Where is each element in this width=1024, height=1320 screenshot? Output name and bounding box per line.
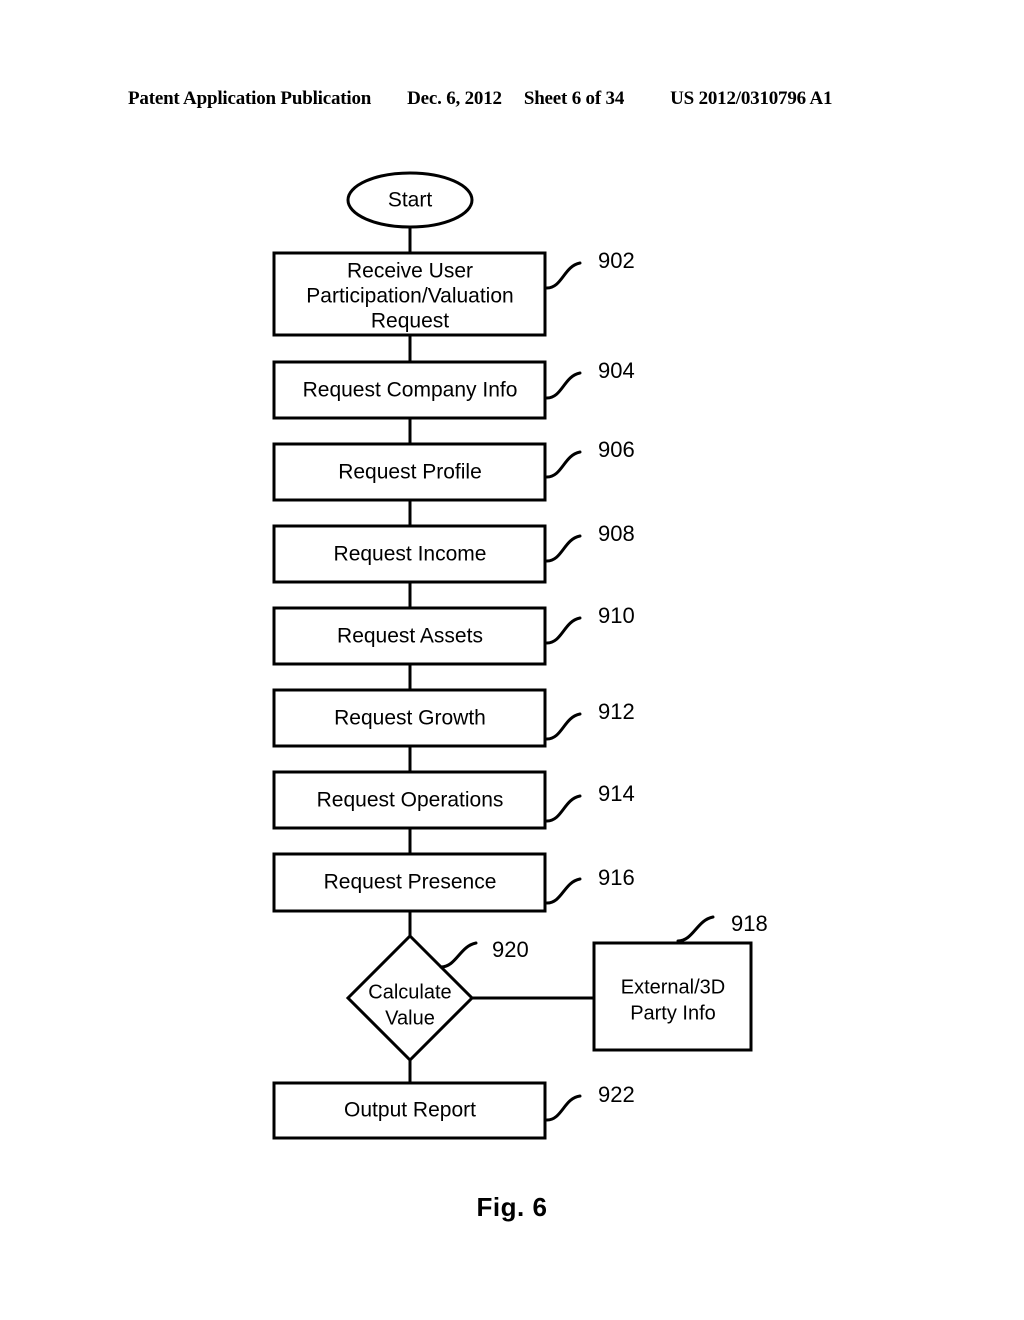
node-910: Request Assets 910 [272, 603, 635, 666]
start-label: Start [388, 189, 433, 212]
ref-number-904: 904 [598, 358, 635, 383]
leader-906 [545, 450, 582, 479]
node-908-label: Request Income [334, 543, 487, 566]
node-904: Request Company Info 904 [272, 358, 635, 420]
node-902: Receive User Participation/Valuation Req… [272, 248, 635, 337]
leader-918 [676, 915, 715, 943]
leader-920 [439, 941, 478, 969]
node-914: Request Operations 914 [272, 770, 635, 830]
node-922: Output Report 922 [272, 1081, 635, 1140]
ref-number-920: 920 [492, 937, 529, 962]
node-914-label: Request Operations [317, 789, 504, 812]
ref-number-916: 916 [598, 865, 635, 890]
leader-914 [545, 794, 582, 823]
node-918-line-2: Party Info [630, 1002, 716, 1024]
ref-number-922: 922 [598, 1082, 635, 1107]
node-920-line-2: Value [385, 1007, 435, 1029]
node-918: External/3D Party Info 918 [592, 911, 768, 1052]
node-916-label: Request Presence [324, 871, 497, 894]
node-902-line-2: Participation/Valuation [306, 285, 513, 308]
leader-904 [545, 371, 582, 400]
leader-922 [545, 1094, 582, 1122]
node-start: Start [346, 171, 474, 229]
node-906-label: Request Profile [338, 461, 482, 484]
node-920-line-1: Calculate [368, 981, 451, 1003]
ref-number-912: 912 [598, 699, 635, 724]
node-922-label: Output Report [344, 1099, 476, 1122]
node-906: Request Profile 906 [272, 437, 635, 502]
leader-908 [545, 534, 582, 563]
ref-number-914: 914 [598, 781, 635, 806]
node-902-line-1: Receive User [347, 260, 473, 283]
node-912: Request Growth 912 [272, 688, 635, 748]
node-912-label: Request Growth [334, 707, 486, 730]
node-902-line-3: Request [371, 310, 449, 333]
leader-912 [545, 712, 582, 741]
node-918-line-1: External/3D [621, 976, 726, 998]
node-904-label: Request Company Info [303, 379, 518, 402]
node-916: Request Presence 916 [272, 852, 635, 913]
ref-number-918: 918 [731, 911, 768, 936]
leader-910 [545, 616, 582, 645]
leader-916 [545, 877, 582, 905]
figure-caption: Fig. 6 [476, 1192, 548, 1222]
ref-number-906: 906 [598, 437, 635, 462]
leader-902 [545, 261, 582, 290]
node-910-label: Request Assets [337, 625, 483, 648]
ref-number-910: 910 [598, 603, 635, 628]
node-908: Request Income 908 [272, 521, 635, 584]
flowchart-figure: Start Receive User Participation/Valuati… [0, 0, 1024, 1320]
ref-number-902: 902 [598, 248, 635, 273]
ref-number-908: 908 [598, 521, 635, 546]
